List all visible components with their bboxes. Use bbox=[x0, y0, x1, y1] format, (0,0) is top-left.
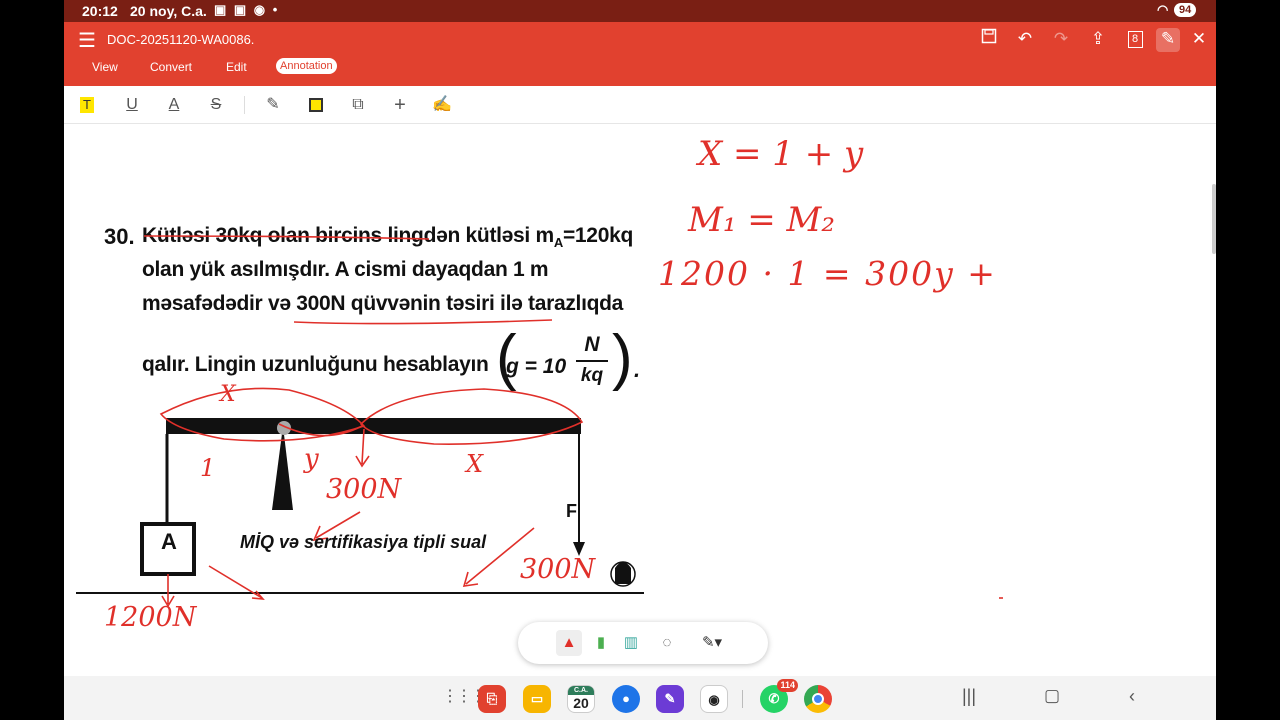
strikeout-icon[interactable]: S bbox=[205, 94, 227, 116]
tablet-screen: 20:12 20 noy, C.a. ▣ ▣ ◉ • ◠ 94 ☰ DOC-20… bbox=[64, 0, 1216, 720]
fulcrum bbox=[272, 426, 293, 510]
home-button[interactable]: ▢ bbox=[1044, 686, 1060, 706]
fulcrum-pivot bbox=[277, 421, 291, 435]
question-line-2: olan yük asılmışdır. A cismi dayaqdan 1 … bbox=[142, 258, 549, 281]
notification-icons: ▣ ▣ ◉ • bbox=[214, 2, 280, 17]
rectangle-icon[interactable] bbox=[305, 94, 327, 116]
pages-icon[interactable]: 8 bbox=[1123, 28, 1147, 52]
ink-label-1: 1 bbox=[200, 454, 216, 482]
arrow-right bbox=[208, 565, 265, 600]
pen-settings-icon[interactable]: ✎▾ bbox=[694, 630, 730, 656]
marker-icon[interactable]: ▮ bbox=[588, 630, 614, 656]
bracket-x-right bbox=[359, 388, 584, 445]
annotation-toolbar: T U A S ✎ ⧉ + ✍ bbox=[64, 86, 1216, 124]
status-bar: 20:12 20 noy, C.a. ▣ ▣ ◉ • ◠ 94 bbox=[64, 0, 1216, 22]
question-line-3: məsafədədir və 300N qüvvənin təsiri ilə … bbox=[142, 292, 624, 315]
document-title: DOC-20251120-WA0086. bbox=[107, 32, 255, 47]
mass-subscript: A bbox=[553, 235, 563, 251]
lever-bar bbox=[166, 418, 581, 434]
battery-indicator: 94 bbox=[1174, 3, 1197, 17]
recent-apps-button[interactable]: ||| bbox=[962, 686, 976, 707]
formula-numerator: N bbox=[584, 333, 600, 356]
signature-icon[interactable]: ✍ bbox=[431, 94, 453, 116]
pen-edit-icon[interactable]: ✎ bbox=[1156, 28, 1180, 52]
underline-icon[interactable]: U bbox=[121, 94, 143, 116]
notes-app-icon[interactable]: ✎ bbox=[656, 685, 684, 713]
pdf-app-icon[interactable]: ⎘ bbox=[478, 685, 506, 713]
undo-icon[interactable]: ↶ bbox=[1013, 28, 1037, 52]
watermark-logo bbox=[610, 561, 636, 587]
status-date: 20 noy, C.a. bbox=[130, 3, 207, 19]
calendar-label: C.A. bbox=[568, 686, 594, 695]
question-line-4: qalır. Lingin uzunluğunu hesablayın bbox=[142, 353, 489, 376]
ink-label-300n: 300N bbox=[326, 474, 402, 505]
question-line-1-text: Kütləsi 30kq olan bircins lingdən kütləs… bbox=[142, 224, 554, 247]
tab-annotation[interactable]: Annotation bbox=[276, 58, 337, 74]
ink-equation-1: X = 1 + y bbox=[698, 134, 864, 174]
document-page[interactable]: 30. Kütləsi 30kq olan bircins lingdən kü… bbox=[64, 124, 1216, 676]
calendar-app-icon[interactable]: C.A. 20 bbox=[567, 685, 595, 713]
formula-denominator: kq bbox=[580, 365, 604, 386]
wifi-icon: ◠ bbox=[1157, 2, 1169, 17]
bracket-y bbox=[278, 423, 363, 437]
figure-caption: MİQ və sertifikasiya tipli sual bbox=[240, 532, 487, 552]
taskbar-divider bbox=[742, 690, 743, 708]
camera-app-icon[interactable]: ◉ bbox=[700, 685, 728, 713]
formula-g: g = 10 bbox=[506, 355, 567, 378]
ink-label-1200n: 1200N bbox=[104, 602, 197, 633]
pen-icon[interactable]: ✎ bbox=[262, 94, 284, 116]
scrollbar[interactable] bbox=[1212, 184, 1216, 254]
squiggly-icon[interactable]: A bbox=[163, 94, 185, 116]
highlight-text-icon[interactable]: T bbox=[80, 97, 94, 113]
fraction-bar bbox=[576, 360, 608, 362]
share-icon[interactable]: ⇪ bbox=[1086, 28, 1110, 52]
lasso-icon[interactable]: ◌ bbox=[654, 630, 680, 656]
ink-label-x-right: X bbox=[466, 450, 484, 478]
app-bar: ☰ DOC-20251120-WA0086. ↶ ↷ ⇪ 8 ✎ ✕ View … bbox=[64, 22, 1216, 86]
messages-app-icon[interactable]: ● bbox=[612, 685, 640, 713]
red-pen-icon[interactable]: ▲ bbox=[556, 630, 582, 656]
chrome-app-icon[interactable] bbox=[804, 685, 832, 713]
status-time: 20:12 bbox=[82, 3, 118, 19]
whatsapp-badge: 114 bbox=[777, 679, 798, 692]
toolbar-divider bbox=[244, 96, 245, 114]
taskbar: ⋮⋮⋮ ⎘ ▭ C.A. 20 ● ✎ ◉ ✆ 114 ||| ▢ ‹ bbox=[64, 676, 1216, 720]
eraser-icon[interactable]: ▥ bbox=[618, 630, 644, 656]
redo-icon[interactable]: ↷ bbox=[1049, 28, 1073, 52]
ink-equation-3: 1200 · 1 = 300y + bbox=[658, 254, 997, 293]
calendar-day: 20 bbox=[573, 695, 589, 711]
ink-label-y: y bbox=[304, 444, 319, 474]
save-icon[interactable] bbox=[977, 28, 1001, 52]
right-paren: ) bbox=[612, 323, 633, 392]
tab-edit[interactable]: Edit bbox=[226, 60, 247, 74]
bracket-x-left bbox=[159, 387, 366, 442]
tab-convert[interactable]: Convert bbox=[150, 60, 192, 74]
force-label: F bbox=[566, 501, 577, 521]
question-number: 30. bbox=[104, 224, 135, 249]
formula-period: . bbox=[634, 357, 641, 382]
page-count-badge: 8 bbox=[1127, 31, 1143, 48]
tab-view[interactable]: View bbox=[92, 60, 118, 74]
close-icon[interactable]: ✕ bbox=[1187, 28, 1211, 52]
shapes-icon[interactable]: ⧉ bbox=[347, 94, 369, 116]
ink-label-x-left: X bbox=[220, 382, 236, 407]
pen-toolbar: ▲ ▮ ▥ ◌ ✎▾ bbox=[518, 622, 768, 664]
files-app-icon[interactable]: ▭ bbox=[523, 685, 551, 713]
mass-value: =120kq bbox=[562, 224, 633, 247]
hamburger-menu-icon[interactable]: ☰ bbox=[78, 28, 96, 53]
block-label: A bbox=[161, 529, 177, 554]
add-icon[interactable]: + bbox=[389, 94, 411, 116]
question-line-1: Kütləsi 30kq olan bircins lingdən kütləs… bbox=[142, 224, 633, 250]
arrow-300n bbox=[355, 428, 370, 468]
back-button[interactable]: ‹ bbox=[1129, 686, 1135, 707]
ink-equation-2: M₁ = M₂ bbox=[688, 200, 835, 240]
whatsapp-app-icon[interactable]: ✆ 114 bbox=[760, 679, 798, 713]
ink-label-300n-lower: 300N bbox=[520, 554, 596, 585]
lever-figure: F bbox=[76, 235, 1003, 608]
